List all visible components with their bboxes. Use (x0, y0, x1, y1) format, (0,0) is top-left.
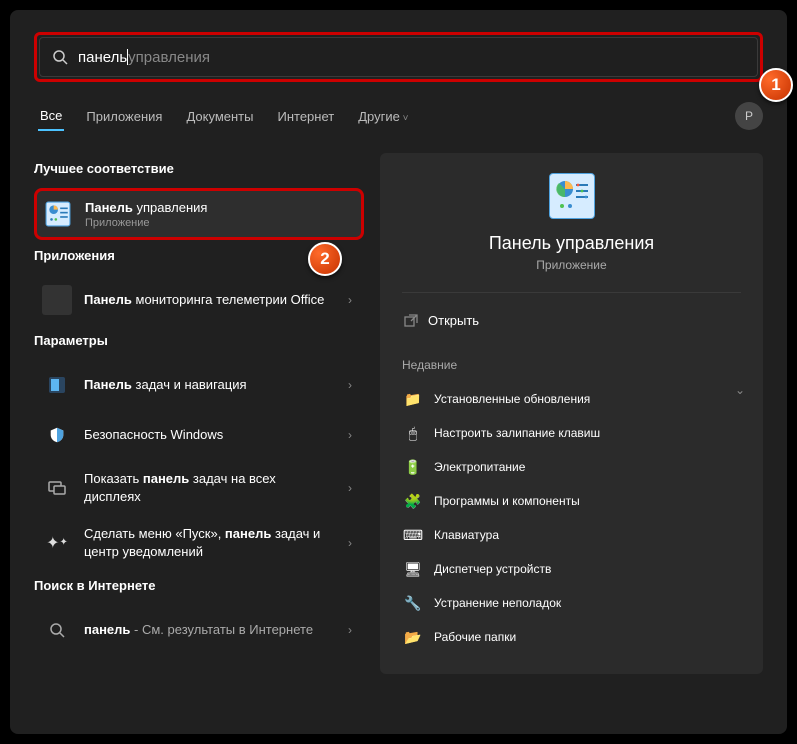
settings-icon (42, 370, 72, 400)
tab-all[interactable]: Все (38, 102, 64, 131)
chevron-right-icon: › (348, 428, 352, 442)
result-windows-security[interactable]: Безопасность Windows › (34, 410, 364, 460)
open-action[interactable]: Открыть (402, 307, 741, 334)
filter-tabs: Все Приложения Документы Интернет Другие… (34, 102, 763, 131)
search-suggestion: управления (128, 49, 210, 66)
user-avatar[interactable]: P (735, 102, 763, 130)
results-panel: Лучшее соответствие Панель управления Пр… (34, 153, 364, 674)
result-title: Панель управления (85, 199, 355, 217)
recent-item[interactable]: 🔧 Устранение неполадок (402, 586, 741, 620)
detail-panel: Панель управления Приложение Открыть ⌄ Н… (380, 153, 763, 674)
control-panel-icon (43, 199, 73, 229)
search-icon (52, 49, 68, 65)
recent-item-label: Устранение неполадок (434, 596, 561, 610)
recent-item-label: Программы и компоненты (434, 494, 580, 508)
result-start-taskbar[interactable]: ✦✦ Сделать меню «Пуск», панель задач и ц… (34, 515, 364, 570)
recent-item-label: Клавиатура (434, 528, 499, 542)
recent-item-icon: ⌨ (404, 526, 422, 544)
result-office-telemetry[interactable]: Панель мониторинга телеметрии Office › (34, 275, 364, 325)
detail-title: Панель управления (402, 233, 741, 254)
result-subtitle: Приложение (85, 217, 355, 229)
sparkle-icon: ✦✦ (42, 528, 72, 558)
shield-icon (42, 420, 72, 450)
search-typed: панель (78, 49, 127, 66)
tab-internet[interactable]: Интернет (275, 103, 336, 130)
annotation-badge-2: 2 (308, 242, 342, 276)
chevron-right-icon: › (348, 623, 352, 637)
recent-item-label: Электропитание (434, 460, 525, 474)
expand-chevron-icon[interactable]: ⌄ (735, 383, 745, 397)
result-title: панель - См. результаты в Интернете (84, 621, 336, 639)
section-web: Поиск в Интернете (34, 578, 364, 593)
recent-item-label: Рабочие папки (434, 630, 516, 644)
annotation-badge-1: 1 (759, 68, 793, 102)
recent-item[interactable]: 📁 Установленные обновления (402, 382, 741, 416)
separator (402, 292, 741, 293)
chevron-right-icon: › (348, 378, 352, 392)
detail-subtitle: Приложение (402, 258, 741, 272)
chevron-right-icon: › (348, 293, 352, 307)
open-label: Открыть (428, 313, 479, 328)
recent-item-icon: 🖥 (404, 560, 422, 578)
result-control-panel[interactable]: Панель управления Приложение (34, 188, 364, 240)
recent-item[interactable]: 🧩 Программы и компоненты (402, 484, 741, 518)
result-show-taskbar[interactable]: Показать панель задач на всех дисплеях › (34, 460, 364, 515)
result-title: Сделать меню «Пуск», панель задач и цент… (84, 525, 336, 560)
recent-item-icon: 🖱 (404, 424, 422, 442)
recent-item[interactable]: ⌨ Клавиатура (402, 518, 741, 552)
tab-documents[interactable]: Документы (184, 103, 255, 130)
search-icon (42, 615, 72, 645)
recent-heading: Недавние (402, 358, 741, 372)
display-icon (42, 473, 72, 503)
section-best-match: Лучшее соответствие (34, 161, 364, 176)
result-web-search[interactable]: панель - См. результаты в Интернете › (34, 605, 364, 655)
recent-item-label: Диспетчер устройств (434, 562, 551, 576)
recent-item-icon: 🔧 (404, 594, 422, 612)
chevron-right-icon: › (348, 536, 352, 550)
recent-item-icon: 🧩 (404, 492, 422, 510)
section-settings: Параметры (34, 333, 364, 348)
tab-more[interactable]: Другие (356, 103, 410, 130)
recent-item-label: Установленные обновления (434, 392, 590, 406)
open-icon (404, 314, 418, 328)
search-box-highlight: панель управления (34, 32, 763, 82)
result-title: Безопасность Windows (84, 426, 336, 444)
app-icon (42, 285, 72, 315)
recent-item-icon: 📂 (404, 628, 422, 646)
recent-item[interactable]: 🖥 Диспетчер устройств (402, 552, 741, 586)
detail-app-icon (549, 173, 595, 219)
recent-item[interactable]: 📂 Рабочие папки (402, 620, 741, 654)
chevron-right-icon: › (348, 481, 352, 495)
result-title: Показать панель задач на всех дисплеях (84, 470, 336, 505)
recent-item[interactable]: 🔋 Электропитание (402, 450, 741, 484)
recent-item-icon: 📁 (404, 390, 422, 408)
tab-apps[interactable]: Приложения (84, 103, 164, 130)
result-taskbar-nav[interactable]: Панель задач и навигация › (34, 360, 364, 410)
recent-item[interactable]: 🖱 Настроить залипание клавиш (402, 416, 741, 450)
result-title: Панель мониторинга телеметрии Office (84, 291, 336, 309)
result-title: Панель задач и навигация (84, 376, 336, 394)
recent-item-icon: 🔋 (404, 458, 422, 476)
search-box[interactable]: панель управления (39, 37, 758, 77)
recent-item-label: Настроить залипание клавиш (434, 426, 600, 440)
